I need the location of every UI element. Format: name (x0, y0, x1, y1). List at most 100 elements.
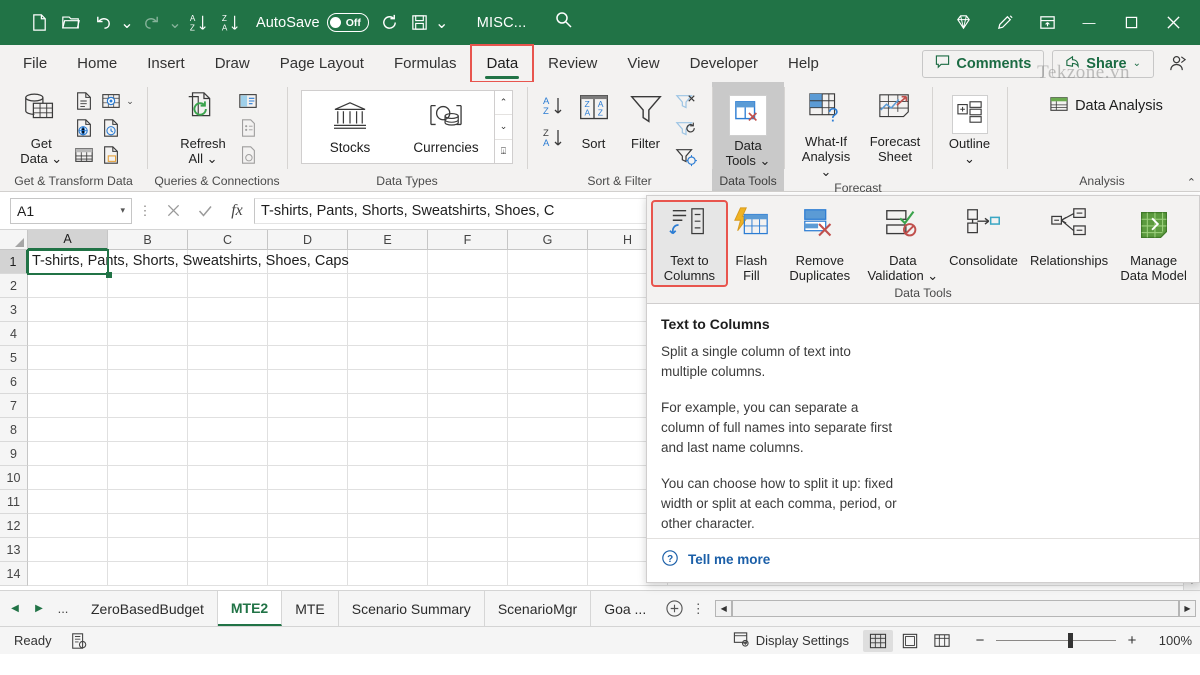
data-type-stocks[interactable]: Stocks (302, 91, 398, 163)
cell-f14[interactable] (428, 562, 508, 586)
row-header-14[interactable]: 14 (0, 562, 28, 586)
sheet-tab-mte2[interactable]: MTE2 (218, 591, 282, 626)
cell-f9[interactable] (428, 442, 508, 466)
row-header-1[interactable]: 1 (0, 250, 28, 274)
tab-developer[interactable]: Developer (675, 45, 773, 82)
edit-links-icon[interactable] (235, 142, 261, 168)
minimize-button[interactable]: — (1068, 5, 1110, 41)
sort-za-icon[interactable]: ZA (216, 8, 246, 38)
cell-a6[interactable] (28, 370, 108, 394)
manage-data-model-button[interactable]: Manage Data Model (1114, 202, 1193, 285)
cell-c11[interactable] (188, 490, 268, 514)
column-header-d[interactable]: D (268, 230, 348, 250)
cell-g13[interactable] (508, 538, 588, 562)
cell-d3[interactable] (268, 298, 348, 322)
from-table-range-icon[interactable] (71, 142, 97, 168)
cell-g11[interactable] (508, 490, 588, 514)
cell-a11[interactable] (28, 490, 108, 514)
tab-insert[interactable]: Insert (132, 45, 200, 82)
cell-b3[interactable] (108, 298, 188, 322)
cell-c2[interactable] (188, 274, 268, 298)
cell-f11[interactable] (428, 490, 508, 514)
select-all-corner[interactable] (0, 230, 28, 250)
cell-f12[interactable] (428, 514, 508, 538)
cell-a12[interactable] (28, 514, 108, 538)
from-picture-caret-icon[interactable]: ⌄ (126, 96, 134, 107)
share-person-icon[interactable] (1162, 50, 1192, 78)
cell-a2[interactable] (28, 274, 108, 298)
scroll-left-icon[interactable]: ◀ (715, 600, 732, 617)
cell-e10[interactable] (348, 466, 428, 490)
tell-me-more-link[interactable]: ? Tell me more (647, 539, 1199, 582)
cell-a8[interactable] (28, 418, 108, 442)
cell-b2[interactable] (108, 274, 188, 298)
from-recent-sources-icon[interactable] (98, 115, 124, 141)
cell-e1[interactable] (348, 250, 428, 274)
cell-a9[interactable] (28, 442, 108, 466)
cell-c9[interactable] (188, 442, 268, 466)
cell-f5[interactable] (428, 346, 508, 370)
cell-g1[interactable] (508, 250, 588, 274)
horizontal-scrollbar[interactable]: ◀ ▶ (707, 591, 1200, 626)
column-header-e[interactable]: E (348, 230, 428, 250)
refresh-all-button[interactable]: Refresh All ⌄ (173, 85, 233, 168)
customize-quick-access-caret-icon[interactable]: ⌄ (435, 8, 449, 38)
comments-button[interactable]: Comments (922, 50, 1044, 78)
redo-icon[interactable] (136, 8, 166, 38)
cell-b4[interactable] (108, 322, 188, 346)
data-tools-button[interactable]: Data Tools ⌄ (719, 91, 777, 170)
cell-d9[interactable] (268, 442, 348, 466)
cell-a10[interactable] (28, 466, 108, 490)
cell-g9[interactable] (508, 442, 588, 466)
cell-f2[interactable] (428, 274, 508, 298)
gallery-scroll-up-icon[interactable]: ⌃ (495, 91, 512, 115)
cell-f7[interactable] (428, 394, 508, 418)
cell-g4[interactable] (508, 322, 588, 346)
sort-button[interactable]: ZAAZ Sort (569, 87, 619, 153)
maximize-button[interactable] (1110, 5, 1152, 41)
existing-connections-icon[interactable] (98, 142, 124, 168)
column-header-b[interactable]: B (108, 230, 188, 250)
cell-e14[interactable] (348, 562, 428, 586)
cell-c1[interactable] (188, 250, 268, 274)
sort-descending-icon[interactable]: ZA (541, 125, 567, 151)
data-analysis-button[interactable]: Data Analysis (1043, 93, 1169, 119)
cell-e2[interactable] (348, 274, 428, 298)
cell-d12[interactable] (268, 514, 348, 538)
cell-f13[interactable] (428, 538, 508, 562)
zoom-slider-thumb[interactable] (1068, 633, 1073, 648)
cell-f4[interactable] (428, 322, 508, 346)
flash-fill-button[interactable]: Flash Fill (726, 202, 777, 285)
get-data-button[interactable]: Get Data ⌄ (13, 85, 69, 168)
cell-g7[interactable] (508, 394, 588, 418)
share-caret-icon[interactable]: ⌄ (1133, 58, 1141, 69)
from-web-icon[interactable] (71, 115, 97, 141)
filter-button[interactable]: Filter (621, 87, 671, 153)
sheet-nav-next[interactable]: ▶ (28, 596, 50, 622)
cell-e7[interactable] (348, 394, 428, 418)
gallery-scroll-down-icon[interactable]: ⌄ (495, 115, 512, 139)
cell-b1[interactable] (108, 250, 188, 274)
cell-d6[interactable] (268, 370, 348, 394)
cell-b13[interactable] (108, 538, 188, 562)
cell-e3[interactable] (348, 298, 428, 322)
row-header-3[interactable]: 3 (0, 298, 28, 322)
outline-button[interactable]: Outline ⌄ (941, 91, 999, 168)
cell-b7[interactable] (108, 394, 188, 418)
reapply-filter-icon[interactable] (673, 117, 699, 143)
column-header-f[interactable]: F (428, 230, 508, 250)
cell-e11[interactable] (348, 490, 428, 514)
tab-help[interactable]: Help (773, 45, 834, 82)
sheet-options-icon[interactable]: ⋮ (689, 591, 707, 626)
insert-function-icon[interactable]: fx (222, 198, 252, 224)
cell-c4[interactable] (188, 322, 268, 346)
cancel-icon[interactable] (158, 198, 188, 224)
sheet-nav-previous[interactable]: ◀ (4, 596, 26, 622)
cell-d10[interactable] (268, 466, 348, 490)
row-header-7[interactable]: 7 (0, 394, 28, 418)
cell-g12[interactable] (508, 514, 588, 538)
cell-f1[interactable] (428, 250, 508, 274)
from-text-csv-icon[interactable] (71, 88, 97, 114)
undo-dropdown-caret-icon[interactable]: ⌄ (120, 8, 134, 38)
cell-g8[interactable] (508, 418, 588, 442)
